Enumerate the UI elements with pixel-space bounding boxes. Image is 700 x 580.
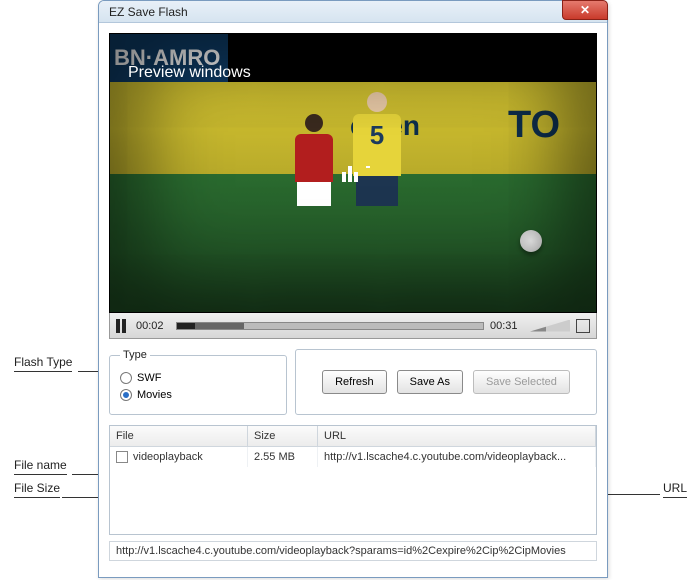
radio-movies[interactable]: Movies bbox=[120, 389, 276, 401]
radio-icon bbox=[120, 389, 132, 401]
callout-file-size: File Size bbox=[14, 481, 60, 498]
button-panel: Refresh Save As Save Selected bbox=[295, 349, 597, 415]
app-window: EZ Save Flash ✕ BN·AMRO eizen TO 5 Previ… bbox=[98, 0, 608, 578]
video-preview[interactable]: BN·AMRO eizen TO 5 Preview windows bbox=[109, 33, 597, 313]
preview-label: Preview windows bbox=[128, 64, 251, 82]
col-header-size[interactable]: Size bbox=[248, 426, 318, 446]
buffering-icon bbox=[342, 164, 364, 182]
type-legend: Type bbox=[120, 349, 150, 361]
window-title: EZ Save Flash bbox=[109, 5, 188, 19]
radio-label: Movies bbox=[137, 389, 172, 401]
col-header-file[interactable]: File bbox=[110, 426, 248, 446]
radio-label: SWF bbox=[137, 372, 161, 384]
time-current: 00:02 bbox=[136, 320, 170, 332]
radio-swf[interactable]: SWF bbox=[120, 372, 276, 384]
type-group: Type SWF Movies bbox=[109, 349, 287, 415]
volume-slider[interactable] bbox=[530, 320, 570, 332]
save-as-button[interactable]: Save As bbox=[397, 370, 463, 394]
status-bar: http://v1.lscache4.c.youtube.com/videopl… bbox=[109, 541, 597, 561]
cell-file: videoplayback bbox=[110, 447, 248, 467]
callout-url: URL bbox=[663, 481, 687, 498]
callout-file-name: File name bbox=[14, 458, 67, 475]
save-selected-button: Save Selected bbox=[473, 370, 570, 394]
row-checkbox[interactable] bbox=[116, 451, 128, 463]
radio-icon bbox=[120, 372, 132, 384]
seek-bar[interactable] bbox=[176, 322, 484, 330]
pause-button[interactable] bbox=[116, 319, 130, 333]
grid-header: File Size URL bbox=[110, 426, 596, 447]
col-header-url[interactable]: URL bbox=[318, 426, 596, 446]
cell-url: http://v1.lscache4.c.youtube.com/videopl… bbox=[318, 447, 596, 467]
titlebar[interactable]: EZ Save Flash ✕ bbox=[99, 1, 607, 23]
refresh-button[interactable]: Refresh bbox=[322, 370, 387, 394]
file-grid: File Size URL videoplayback 2.55 MB http… bbox=[109, 425, 597, 535]
fullscreen-button[interactable] bbox=[576, 319, 590, 333]
callout-flash-type: Flash Type bbox=[14, 355, 72, 372]
time-total: 00:31 bbox=[490, 320, 524, 332]
close-button[interactable]: ✕ bbox=[562, 0, 608, 20]
table-row[interactable]: videoplayback 2.55 MB http://v1.lscache4… bbox=[110, 447, 596, 467]
cell-size: 2.55 MB bbox=[248, 447, 318, 467]
close-icon: ✕ bbox=[580, 3, 590, 17]
player-controls: 00:02 00:31 bbox=[109, 313, 597, 339]
